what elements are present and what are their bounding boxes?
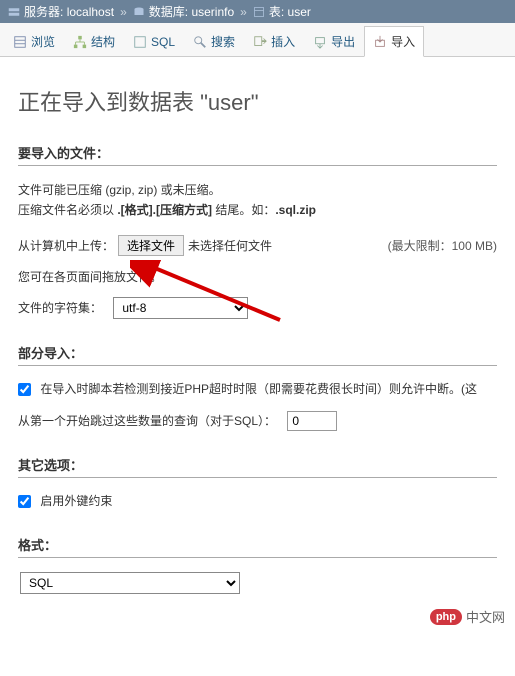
interrupt-checkbox[interactable]: [18, 383, 31, 396]
search-icon: [193, 35, 207, 49]
import-icon: [373, 35, 387, 49]
structure-icon: [73, 35, 87, 49]
no-file-text: 未选择任何文件: [188, 237, 272, 254]
charset-label: 文件的字符集：: [18, 299, 102, 316]
tab-label: 导出: [331, 33, 355, 50]
skip-label: 从第一个开始跳过这些数量的查询（对于SQL）：: [18, 412, 276, 429]
breadcrumb-sep: »: [120, 5, 127, 19]
tabs: 浏览 结构 SQL 搜索 插入 导出 导入: [0, 23, 515, 57]
max-limit: (最大限制：100 MB): [388, 237, 497, 254]
fk-label: 启用外键约束: [40, 494, 112, 508]
format-select[interactable]: SQL: [20, 572, 240, 594]
section-file-to-import: 要导入的文件：: [18, 143, 497, 166]
insert-icon: [253, 35, 267, 49]
section-format: 格式：: [18, 535, 497, 558]
tab-label: 插入: [271, 33, 295, 50]
tab-label: 搜索: [211, 33, 235, 50]
drag-hint: 您可在各页面间拖放文件。: [18, 268, 162, 285]
tab-structure[interactable]: 结构: [64, 26, 124, 56]
section-partial-import: 部分导入：: [18, 343, 497, 366]
upload-label: 从计算机中上传：: [18, 237, 114, 254]
watermark-text: 中文网: [466, 607, 505, 626]
page-title: 正在导入到数据表 "user": [18, 85, 497, 117]
tab-label: SQL: [151, 35, 175, 49]
interrupt-label: 在导入时脚本若检测到接近PHP超时时限（即需要花费很长时间）则允许中断。(这: [40, 382, 477, 396]
breadcrumb-server[interactable]: 服务器: localhost: [24, 3, 114, 20]
charset-select[interactable]: utf-8: [113, 297, 248, 319]
tab-sql[interactable]: SQL: [124, 26, 184, 56]
database-icon: [133, 6, 145, 18]
tab-export[interactable]: 导出: [304, 26, 364, 56]
skip-input[interactable]: [287, 411, 337, 431]
fk-checkbox[interactable]: [18, 495, 31, 508]
tab-label: 浏览: [31, 33, 55, 50]
tab-label: 导入: [391, 33, 415, 50]
choose-file-button[interactable]: 选择文件: [118, 235, 184, 256]
tab-label: 结构: [91, 33, 115, 50]
tab-insert[interactable]: 插入: [244, 26, 304, 56]
table-icon: [253, 6, 265, 18]
export-icon: [313, 35, 327, 49]
sql-icon: [133, 35, 147, 49]
server-icon: [8, 6, 20, 18]
browse-icon: [13, 35, 27, 49]
tab-browse[interactable]: 浏览: [4, 26, 64, 56]
tab-search[interactable]: 搜索: [184, 26, 244, 56]
breadcrumb: 服务器: localhost » 数据库: userinfo » 表: user: [0, 0, 515, 23]
watermark-badge: php: [430, 609, 462, 625]
breadcrumb-database[interactable]: 数据库: userinfo: [149, 3, 234, 20]
compress-hint: 文件可能已压缩 (gzip, zip) 或未压缩。 压缩文件名必须以 .[格式]…: [18, 180, 497, 221]
section-other-options: 其它选项：: [18, 455, 497, 478]
tab-import[interactable]: 导入: [364, 26, 424, 57]
breadcrumb-sep: »: [240, 5, 247, 19]
watermark: php 中文网: [430, 607, 505, 626]
breadcrumb-table[interactable]: 表: user: [269, 3, 311, 20]
